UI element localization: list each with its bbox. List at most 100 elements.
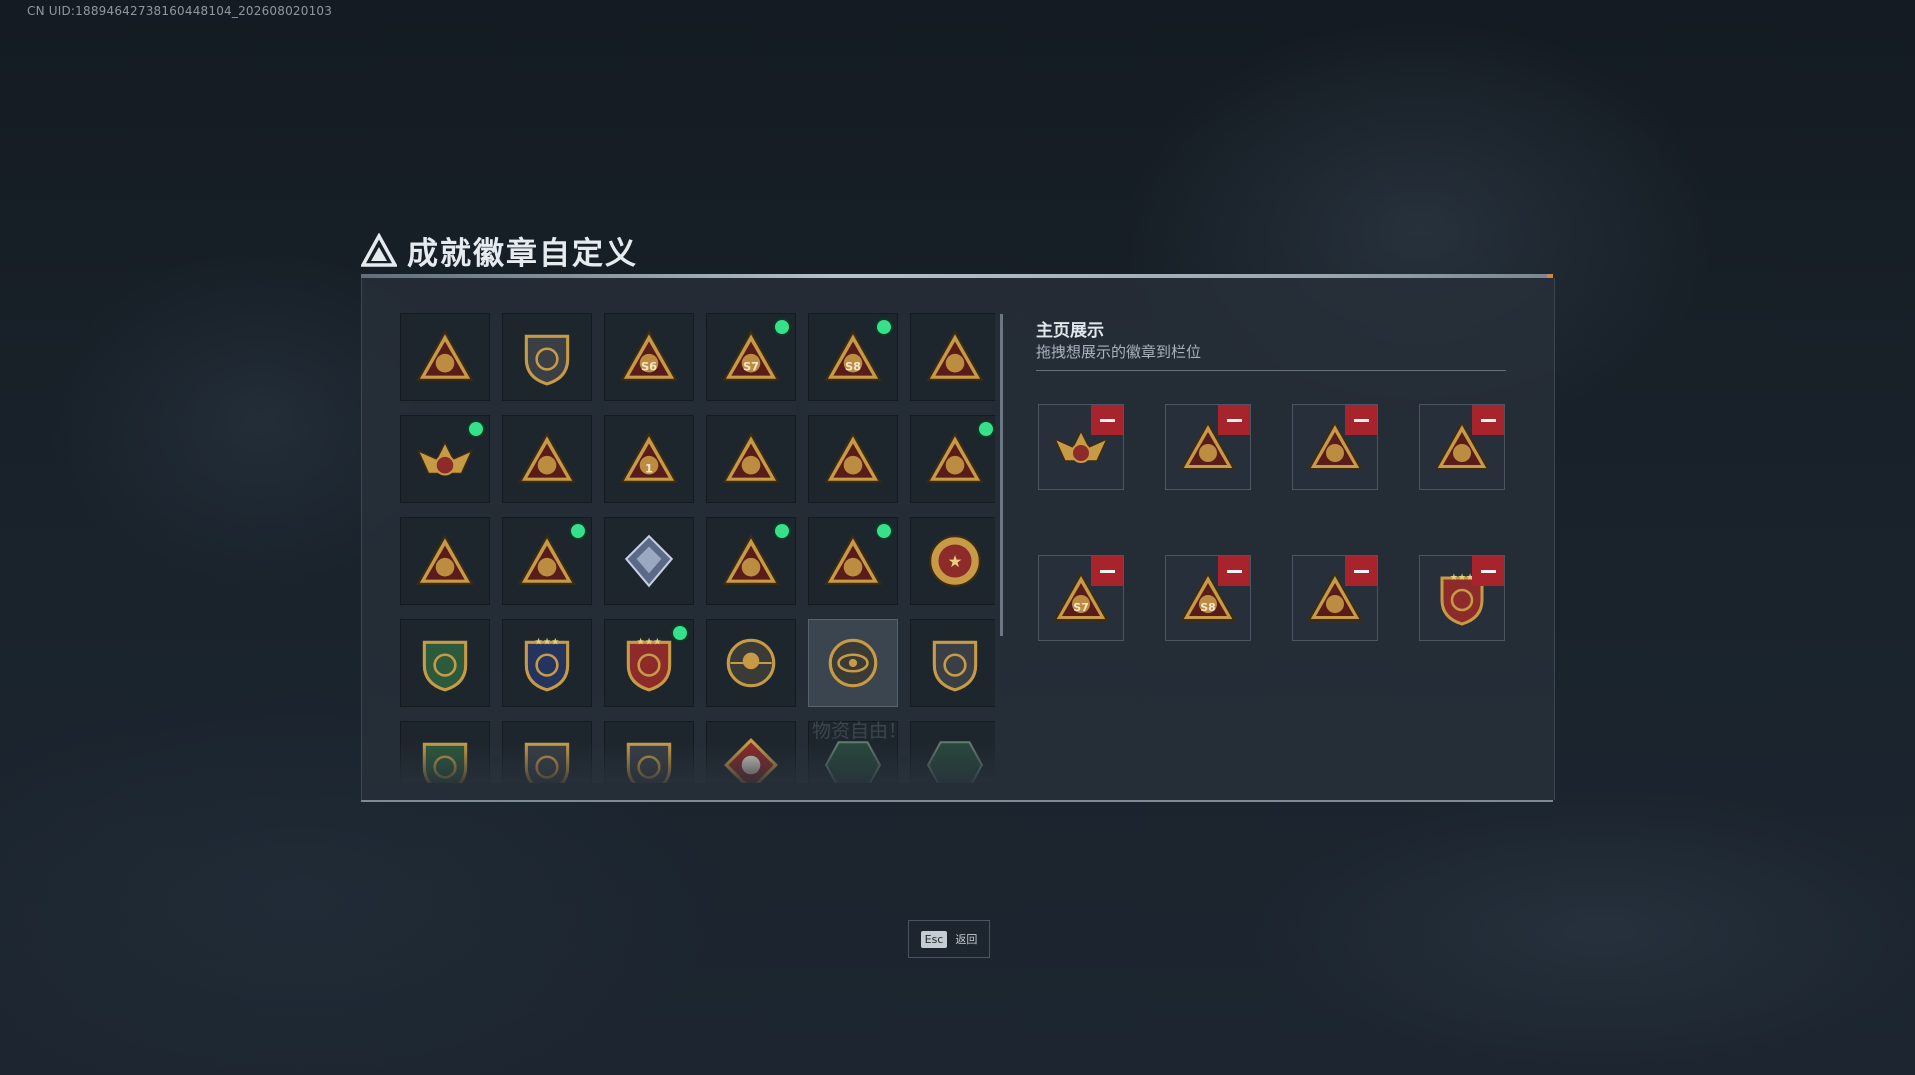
blue-star-shield-badge-icon: ★★★ — [524, 636, 570, 692]
number-one-triangle-badge-icon: 1 — [620, 432, 678, 483]
remove-badge-button[interactable] — [1472, 556, 1504, 586]
badge-tile[interactable] — [706, 517, 796, 605]
remove-badge-button[interactable] — [1472, 405, 1504, 435]
showcase-slot[interactable] — [1165, 404, 1251, 490]
badge-tile[interactable] — [400, 517, 490, 605]
new-indicator-dot — [979, 422, 993, 436]
badge-tile[interactable] — [706, 619, 796, 707]
ghost-tooltip-text: 物资自由！ — [812, 720, 908, 742]
operator-triangle-badge-icon — [824, 534, 882, 585]
showcase-slot[interactable] — [1292, 404, 1378, 490]
orb-triangle-badge-icon — [518, 432, 576, 483]
green-shield-badge-icon — [422, 640, 468, 692]
new-indicator-dot — [775, 320, 789, 334]
dragon-triangle-badge-icon — [722, 534, 780, 585]
s6-triangle-badge-icon: S6 — [620, 330, 678, 381]
remove-badge-button[interactable] — [1218, 556, 1250, 586]
gold-machine-triangle-badge-icon — [926, 330, 984, 381]
svg-text:★★★: ★★★ — [535, 636, 560, 647]
badge-tile[interactable] — [400, 619, 490, 707]
soldier-triangle-badge-icon — [824, 432, 882, 483]
rocket-triangle-badge-icon — [518, 534, 576, 585]
remove-badge-button[interactable] — [1218, 405, 1250, 435]
badge-tile[interactable] — [910, 313, 995, 401]
new-indicator-dot — [775, 524, 789, 538]
window-header: 成就徽章自定义 — [361, 228, 638, 273]
badge-tile[interactable] — [400, 415, 490, 503]
badge-tile[interactable] — [808, 517, 898, 605]
svg-text:★★★: ★★★ — [637, 636, 662, 647]
minus-icon — [1480, 569, 1496, 573]
minus-icon — [1226, 569, 1242, 573]
badge-label: 1 — [645, 461, 653, 475]
badge-tile[interactable] — [808, 415, 898, 503]
badge-tile[interactable]: ★ — [910, 517, 995, 605]
badge-tile[interactable] — [502, 517, 592, 605]
helicopter-shield-badge-icon — [524, 334, 570, 386]
shield-triangle-badge-icon — [416, 330, 474, 381]
s8-triangle-badge-icon: S8 — [824, 330, 882, 381]
svg-text:★: ★ — [948, 552, 963, 571]
new-indicator-dot — [673, 626, 687, 640]
minus-icon — [1480, 418, 1496, 422]
remove-badge-button[interactable] — [1091, 405, 1123, 435]
badge-tile[interactable]: ★★★ — [502, 619, 592, 707]
grid-fade-overlay — [400, 743, 995, 783]
remove-badge-button[interactable] — [1345, 405, 1377, 435]
beast-triangle-badge-icon — [416, 534, 474, 585]
badge-tile[interactable] — [502, 313, 592, 401]
badge-label: S7 — [1073, 601, 1089, 614]
back-button[interactable]: Esc 返回 — [908, 920, 990, 958]
showcase-slot[interactable] — [1419, 404, 1505, 490]
red-star-shield-badge-icon: ★★★ — [626, 636, 672, 692]
back-label: 返回 — [955, 933, 978, 946]
sniper-shield-badge-icon — [932, 640, 978, 692]
minus-icon — [1353, 418, 1369, 422]
showcase-slot[interactable]: S8 — [1165, 555, 1251, 641]
badge-tile[interactable] — [706, 415, 796, 503]
esc-key-icon: Esc — [920, 930, 948, 948]
grid-scrollbar[interactable] — [1000, 314, 1003, 636]
new-indicator-dot — [469, 422, 483, 436]
showcase-slot[interactable]: S7 — [1038, 555, 1124, 641]
badge-tile[interactable] — [910, 619, 995, 707]
badge-grid[interactable]: S6 S7 S8 1 ★ ★★★ ★★★ — [400, 313, 995, 783]
svg-text:★★★: ★★★ — [1450, 573, 1474, 583]
minus-icon — [1099, 418, 1115, 422]
eye-badge-icon — [828, 638, 878, 688]
new-indicator-dot — [571, 524, 585, 538]
badge-tile[interactable]: S8 — [808, 313, 898, 401]
bottle-triangle-badge-icon — [722, 432, 780, 483]
showcase-title: 主页展示 — [1036, 321, 1104, 341]
minus-icon — [1353, 569, 1369, 573]
showcase-slot[interactable] — [1038, 404, 1124, 490]
showcase-slot[interactable] — [1292, 555, 1378, 641]
badge-label: S8 — [1200, 601, 1216, 614]
new-indicator-dot — [877, 320, 891, 334]
remove-badge-button[interactable] — [1345, 556, 1377, 586]
page-title: 成就徽章自定义 — [407, 236, 638, 272]
badge-tile[interactable]: S7 — [706, 313, 796, 401]
emblem-triangle-badge-icon — [926, 432, 984, 483]
panel-bottom-border — [361, 800, 1553, 802]
s7-triangle-badge-icon: S7 — [722, 330, 780, 381]
showcase-subtitle: 拖拽想展示的徽章到栏位 — [1036, 343, 1202, 361]
badge-label: S6 — [641, 359, 657, 373]
badge-tile[interactable]: 1 — [604, 415, 694, 503]
delta-triangle-logo-icon — [361, 232, 397, 267]
badge-tile[interactable]: S6 — [604, 313, 694, 401]
badge-label: S8 — [845, 359, 861, 373]
crystal-cube-badge-icon — [624, 534, 674, 588]
badge-tile[interactable] — [400, 313, 490, 401]
badge-tile[interactable]: ★★★ — [604, 619, 694, 707]
badge-tile[interactable] — [604, 517, 694, 605]
remove-badge-button[interactable] — [1091, 556, 1123, 586]
badge-tile[interactable] — [502, 415, 592, 503]
badge-tile[interactable] — [910, 415, 995, 503]
minus-icon — [1099, 569, 1115, 573]
badge-tile[interactable] — [808, 619, 898, 707]
skull-target-badge-icon — [726, 638, 776, 688]
uid-label: CN UID:1889464273816044​8104_20260802010… — [27, 4, 333, 18]
showcase-slot[interactable]: ★★★ — [1419, 555, 1505, 641]
star-medal-badge-icon: ★ — [929, 535, 981, 587]
